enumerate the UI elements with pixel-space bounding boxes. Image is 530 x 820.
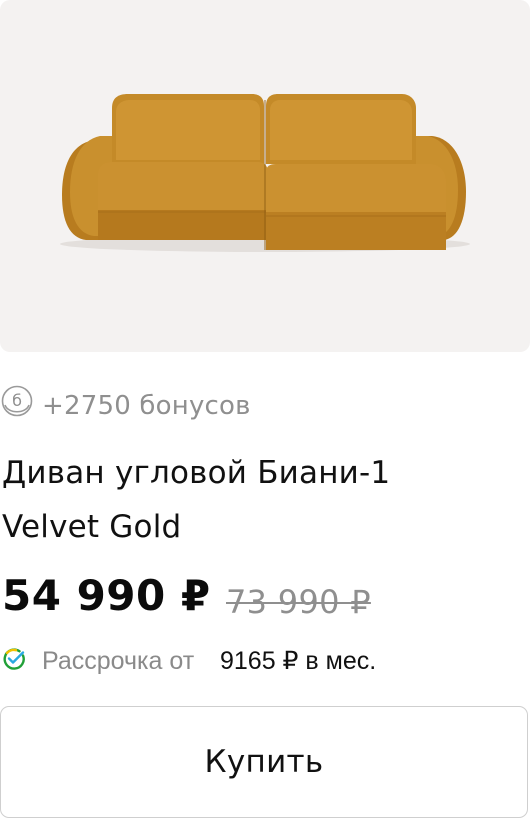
buy-button-label: Купить	[204, 744, 324, 780]
installment-row[interactable]: Рассрочка от 9165 ₽ в мес.	[0, 642, 530, 678]
product-title-line-2[interactable]: Velvet Gold	[2, 500, 522, 554]
bonus-coin-digit: б	[12, 391, 22, 410]
bonus-text: +2750 бонусов	[42, 391, 251, 421]
product-card[interactable]: б +2750 бонусов Диван угловой Биани-1 Ve…	[0, 0, 530, 820]
installment-amount: 9165 ₽ в мес.	[220, 647, 377, 675]
bonus-row: б +2750 бонусов	[0, 380, 530, 424]
buy-button[interactable]: Купить	[0, 706, 528, 818]
product-image[interactable]	[0, 0, 530, 352]
sber-check-icon	[3, 648, 25, 670]
bonus-coin-icon: б	[1, 385, 33, 417]
current-price: 54 990 ₽	[2, 571, 211, 620]
sofa-image	[60, 94, 470, 252]
old-price: 73 990 ₽	[226, 583, 371, 621]
price-row: 54 990 ₽ 73 990 ₽	[0, 568, 530, 628]
product-title-line-1[interactable]: Диван угловой Биани-1	[2, 446, 522, 500]
installment-label: Рассрочка от	[42, 647, 195, 675]
product-title[interactable]: Диван угловой Биани-1 Velvet Gold	[2, 446, 522, 554]
